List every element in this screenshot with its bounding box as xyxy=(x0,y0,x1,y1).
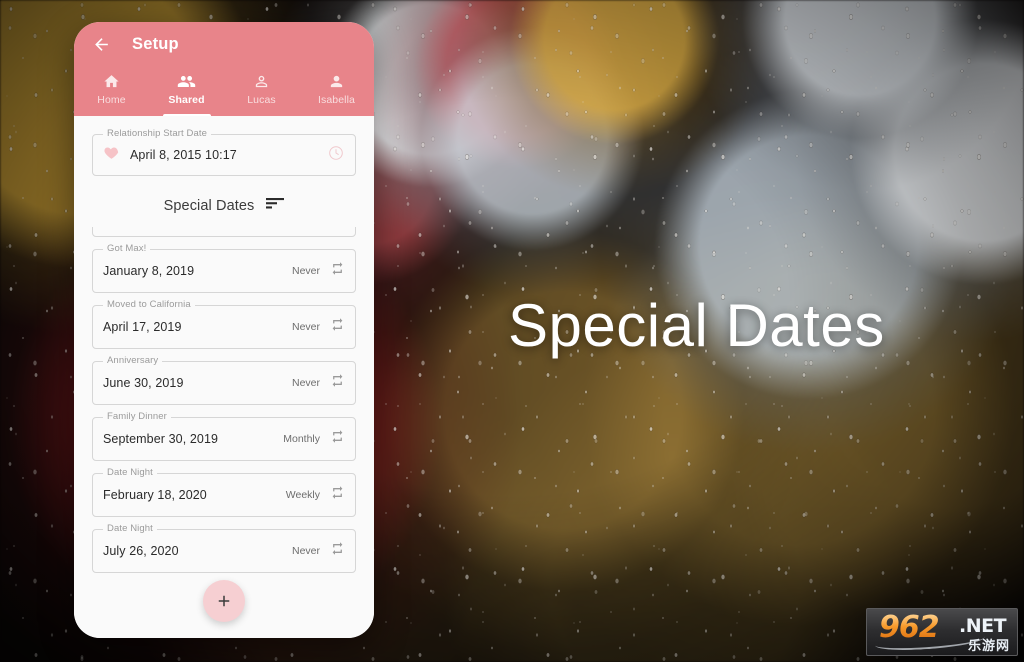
special-date-value: February 18, 2020 xyxy=(103,488,207,502)
repeat-icon[interactable] xyxy=(330,485,345,505)
repeat-icon[interactable] xyxy=(330,317,345,337)
special-dates-header: Special Dates xyxy=(92,196,356,215)
special-date-legend: Got Max! xyxy=(103,243,151,254)
special-date-repeat-label: Never xyxy=(291,545,320,557)
special-date-row-6[interactable]: Date Night July 26, 2020 Never xyxy=(92,523,356,573)
app-bar: Setup Home Shared Lucas Isabella xyxy=(74,22,374,116)
special-date-legend: Moved to California xyxy=(103,299,195,310)
setup-body: Relationship Start Date April 8, 2015 10… xyxy=(74,116,374,638)
tab-lucas[interactable]: Lucas xyxy=(224,66,299,116)
repeat-icon[interactable] xyxy=(330,261,345,281)
special-date-repeat-label: Monthly xyxy=(283,433,320,445)
relationship-start-date-wrapper: Relationship Start Date April 8, 2015 10… xyxy=(92,128,356,176)
person-outline-icon xyxy=(253,71,270,91)
person-filled-icon xyxy=(328,71,345,91)
home-icon xyxy=(103,71,120,91)
tab-shared[interactable]: Shared xyxy=(149,66,224,116)
tab-home[interactable]: Home xyxy=(74,66,149,116)
relationship-start-date-value: April 8, 2015 10:17 xyxy=(130,148,237,162)
watermark-domain: .NET xyxy=(959,615,1007,637)
special-date-value: April 17, 2019 xyxy=(103,320,182,334)
special-date-row-0[interactable]: Married August 16, 2018 Yearly xyxy=(92,227,356,237)
special-date-row-4[interactable]: Family Dinner September 30, 2019 Monthly xyxy=(92,411,356,461)
phone-mockup: Setup Home Shared Lucas Isabella Relatio… xyxy=(74,22,374,638)
people-icon xyxy=(177,71,196,91)
relationship-start-date-field[interactable]: Relationship Start Date April 8, 2015 10… xyxy=(92,128,356,176)
special-date-value: September 30, 2019 xyxy=(103,432,219,446)
tab-lucas-label: Lucas xyxy=(247,94,276,106)
tab-bar: Home Shared Lucas Isabella xyxy=(74,66,374,116)
repeat-icon[interactable] xyxy=(330,429,345,449)
add-special-date-fab[interactable] xyxy=(203,580,245,622)
screenshot-stage: Special Dates Setup Home Shared Lucas Is… xyxy=(0,0,1024,662)
special-date-row-5[interactable]: Date Night February 18, 2020 Weekly xyxy=(92,467,356,517)
special-date-value: January 8, 2019 xyxy=(103,264,195,278)
sort-icon[interactable] xyxy=(266,196,285,215)
special-dates-list-inner: Married August 16, 2018 Yearly Got Max! … xyxy=(92,227,356,585)
tab-isabella[interactable]: Isabella xyxy=(299,66,374,116)
tab-isabella-label: Isabella xyxy=(318,94,355,106)
back-button[interactable] xyxy=(88,31,114,57)
special-date-row-1[interactable]: Got Max! January 8, 2019 Never xyxy=(92,243,356,293)
special-date-value: July 26, 2020 xyxy=(103,544,179,558)
section-title: Special Dates xyxy=(163,197,255,214)
tab-shared-label: Shared xyxy=(168,94,205,106)
watermark-chinese: 乐游网 xyxy=(967,638,1010,653)
special-date-legend: Date Night xyxy=(103,523,157,534)
relationship-start-date-legend: Relationship Start Date xyxy=(103,128,211,139)
repeat-icon[interactable] xyxy=(330,541,345,561)
special-date-repeat-label: Weekly xyxy=(285,489,320,501)
special-date-row-3[interactable]: Anniversary June 30, 2019 Never xyxy=(92,355,356,405)
hero-title: Special Dates xyxy=(508,292,885,359)
special-date-repeat-label: Never xyxy=(291,265,320,277)
special-date-repeat-label: Never xyxy=(291,321,320,333)
repeat-icon[interactable] xyxy=(330,373,345,393)
watermark-inner: 962 .NET 乐游网 xyxy=(867,609,1017,655)
special-dates-list[interactable]: Married August 16, 2018 Yearly Got Max! … xyxy=(92,227,356,638)
special-date-row-2[interactable]: Moved to California April 17, 2019 Never xyxy=(92,299,356,349)
special-date-legend: Date Night xyxy=(103,467,157,478)
special-date-legend: Anniversary xyxy=(103,355,163,366)
arrow-left-icon xyxy=(94,37,108,51)
app-bar-top-row: Setup xyxy=(74,22,374,66)
plus-icon xyxy=(218,595,230,607)
tab-home-label: Home xyxy=(97,94,126,106)
app-bar-title: Setup xyxy=(132,34,179,53)
special-date-repeat-label: Never xyxy=(291,377,320,389)
clock-icon[interactable] xyxy=(327,144,345,167)
heart-icon xyxy=(103,144,120,166)
special-date-value: June 30, 2019 xyxy=(103,376,184,390)
special-date-legend: Family Dinner xyxy=(103,411,171,422)
watermark-logo: 962 .NET 乐游网 xyxy=(866,608,1018,656)
watermark-number: 962 xyxy=(879,610,940,645)
